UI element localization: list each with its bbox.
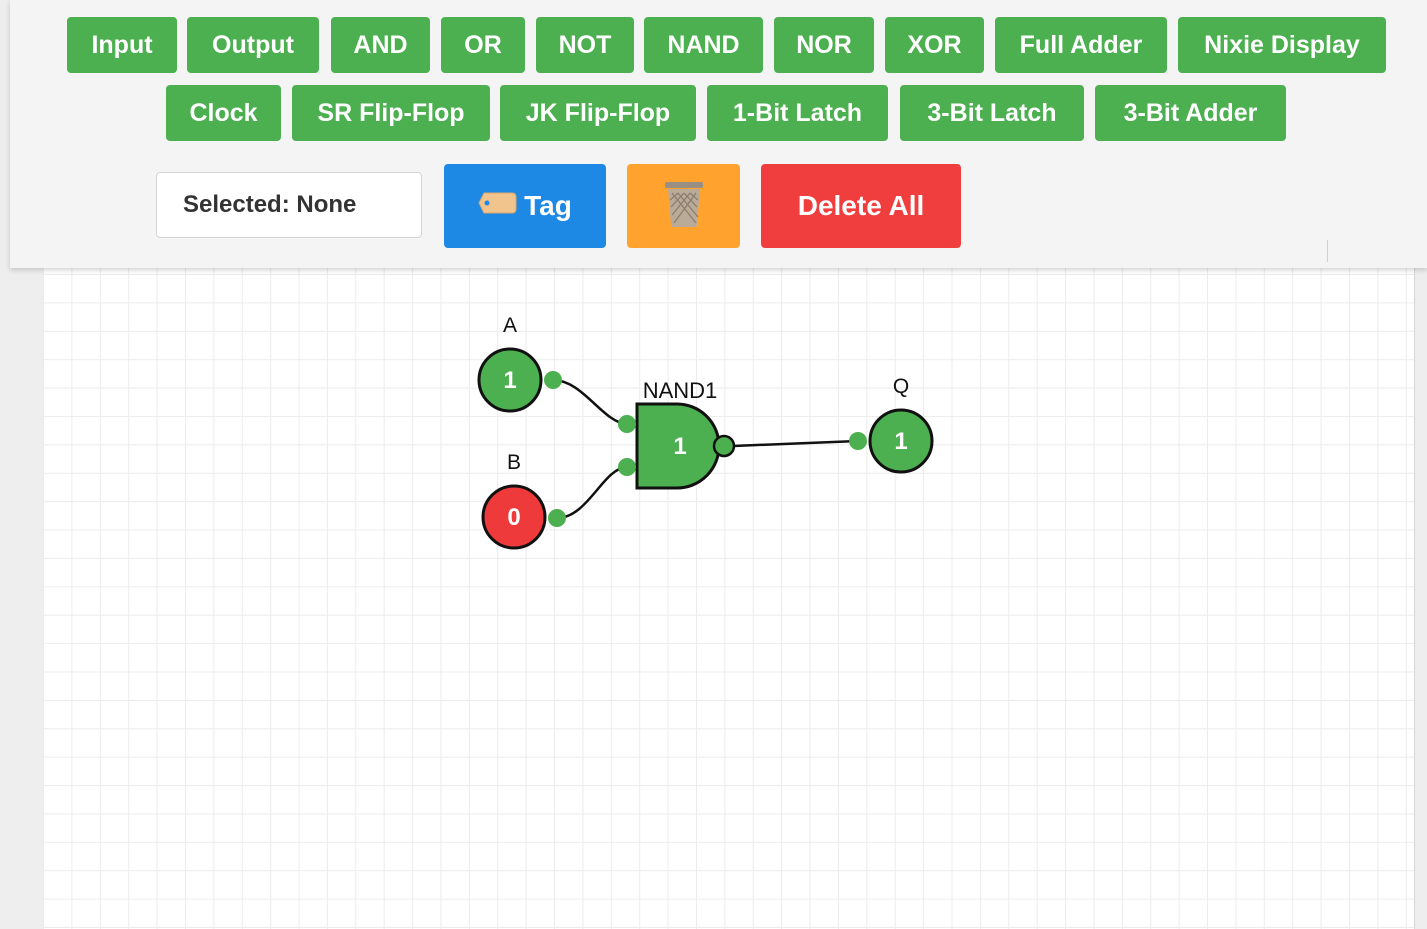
input-b-label: B — [507, 451, 521, 474]
input-b-port[interactable] — [548, 509, 566, 527]
add-and-button[interactable]: AND — [331, 17, 430, 73]
nand-input-port-2[interactable] — [618, 458, 636, 476]
add-sr-flip-flop-button[interactable]: SR Flip-Flop — [292, 85, 490, 141]
add-nand-button[interactable]: NAND — [644, 17, 763, 73]
input-a-value: 1 — [503, 367, 516, 394]
add-jk-flip-flop-button[interactable]: JK Flip-Flop — [500, 85, 696, 141]
divider — [1327, 240, 1328, 262]
output-q-value: 1 — [894, 428, 907, 455]
add-full-adder-button[interactable]: Full Adder — [995, 17, 1167, 73]
add-nixie-display-button[interactable]: Nixie Display — [1178, 17, 1386, 73]
add-xor-button[interactable]: XOR — [885, 17, 984, 73]
add-output-button[interactable]: Output — [187, 17, 319, 73]
add-input-button[interactable]: Input — [67, 17, 177, 73]
toolbar: Input Output AND OR NOT NAND NOR XOR Ful… — [10, 0, 1427, 268]
nand-inversion-bubble — [712, 434, 736, 458]
tag-icon — [478, 190, 518, 222]
delete-all-button[interactable]: Delete All — [761, 164, 961, 248]
add-1-bit-latch-button[interactable]: 1-Bit Latch — [707, 85, 888, 141]
input-a-label: A — [503, 314, 517, 337]
trash-button[interactable] — [627, 164, 740, 248]
input-b-value: 0 — [507, 504, 520, 531]
nand-gate-value: 1 — [673, 433, 686, 460]
input-a-port[interactable] — [544, 371, 562, 389]
circuit-diagram: A 1 B 0 NAND1 1 Q 1 — [477, 314, 934, 550]
nand-gate[interactable]: NAND1 1 — [618, 378, 736, 490]
add-clock-button[interactable]: Clock — [166, 85, 281, 141]
output-q-port[interactable] — [849, 432, 867, 450]
tag-button-label: Tag — [524, 190, 572, 221]
output-q-label: Q — [893, 375, 909, 398]
canvas-left-margin — [0, 268, 44, 929]
output-node-q[interactable]: Q 1 — [849, 375, 934, 474]
add-not-button[interactable]: NOT — [536, 17, 634, 73]
wire-b-to-nand — [556, 465, 628, 520]
nand-input-port-1[interactable] — [618, 415, 636, 433]
trash-icon — [662, 179, 706, 234]
wire-a-to-nand — [552, 378, 628, 426]
add-3-bit-latch-button[interactable]: 3-Bit Latch — [900, 85, 1084, 141]
selected-indicator: Selected: None — [156, 172, 422, 238]
input-node-b[interactable]: B 0 — [481, 451, 566, 550]
add-3-bit-adder-button[interactable]: 3-Bit Adder — [1095, 85, 1286, 141]
add-nor-button[interactable]: NOR — [774, 17, 874, 73]
input-node-a[interactable]: A 1 — [477, 314, 562, 413]
tag-button[interactable]: Tag — [444, 164, 606, 248]
canvas-right-margin — [1414, 268, 1427, 929]
circuit-canvas[interactable]: A 1 B 0 NAND1 1 Q 1 — [43, 268, 1414, 929]
add-or-button[interactable]: OR — [441, 17, 525, 73]
wire-nand-to-q — [732, 439, 859, 448]
nand-gate-label: NAND1 — [643, 378, 718, 403]
